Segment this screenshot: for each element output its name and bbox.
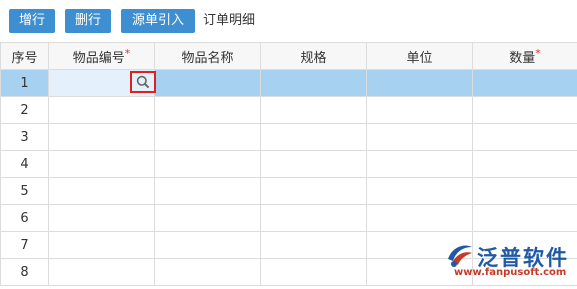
column-header-unit: 单位 [366,42,473,70]
spec-cell[interactable] [260,123,367,151]
row-number: 4 [0,150,49,178]
item-code-cell[interactable] [48,231,155,259]
spec-cell[interactable] [260,204,367,232]
unit-cell[interactable] [366,123,473,151]
spec-cell[interactable] [260,177,367,205]
item-name-cell[interactable] [154,258,261,286]
spec-cell[interactable] [260,150,367,178]
unit-cell[interactable] [366,96,473,124]
column-header-item-code: 物品编号* [48,42,155,70]
item-name-cell[interactable] [154,69,261,97]
quantity-cell[interactable] [472,69,577,97]
watermark: 泛普软件 www.fanpusoft.com [442,238,577,289]
item-name-cell[interactable] [154,177,261,205]
table-row[interactable]: 3 [0,123,577,151]
quantity-cell[interactable] [472,150,577,178]
table-row[interactable]: 5 [0,177,577,205]
table-row[interactable]: 6 [0,204,577,232]
column-header-item-name: 物品名称 [154,42,261,70]
item-code-cell[interactable] [48,96,155,124]
header-row: 序号 物品编号* 物品名称 规格 单位 数量* [0,42,577,70]
table-row[interactable]: 2 [0,96,577,124]
search-icon [136,75,150,89]
unit-cell[interactable] [366,204,473,232]
row-number: 5 [0,177,49,205]
table-row[interactable]: 4 [0,150,577,178]
quantity-cell[interactable] [472,123,577,151]
item-code-cell[interactable] [48,258,155,286]
item-code-cell[interactable] [48,123,155,151]
row-number: 7 [0,231,49,259]
spec-cell[interactable] [260,96,367,124]
row-number: 3 [0,123,49,151]
watermark-url: www.fanpusoft.com [454,267,567,278]
item-name-cell[interactable] [154,96,261,124]
item-lookup-button[interactable] [130,71,156,93]
unit-cell[interactable] [366,150,473,178]
quantity-cell[interactable] [472,204,577,232]
section-title: 订单明细 [203,13,256,28]
item-name-cell[interactable] [154,231,261,259]
import-source-button[interactable]: 源单引入 [121,9,195,33]
delete-row-button[interactable]: 删行 [65,9,111,33]
add-row-button[interactable]: 增行 [9,9,55,33]
row-number: 6 [0,204,49,232]
toolbar: 增行 删行 源单引入 订单明细 [0,0,577,42]
item-code-cell[interactable] [48,150,155,178]
spec-cell[interactable] [260,258,367,286]
quantity-cell[interactable] [472,177,577,205]
fanpu-logo-icon [448,245,472,267]
required-mark: * [535,46,541,60]
item-code-cell[interactable] [48,204,155,232]
required-mark: * [124,46,131,60]
unit-cell[interactable] [366,177,473,205]
spec-cell[interactable] [260,69,367,97]
spec-cell[interactable] [260,231,367,259]
item-name-cell[interactable] [154,123,261,151]
row-number: 2 [0,96,49,124]
column-header-spec: 规格 [260,42,367,70]
item-name-cell[interactable] [154,204,261,232]
unit-cell[interactable] [366,69,473,97]
item-code-cell[interactable] [48,177,155,205]
item-name-cell[interactable] [154,150,261,178]
table-row[interactable]: 1 [0,69,577,97]
quantity-cell[interactable] [472,96,577,124]
row-number: 8 [0,258,49,286]
item-code-cell[interactable] [48,69,156,97]
row-number: 1 [0,69,49,97]
column-header-seq: 序号 [0,42,49,70]
column-header-quantity: 数量* [472,42,577,70]
